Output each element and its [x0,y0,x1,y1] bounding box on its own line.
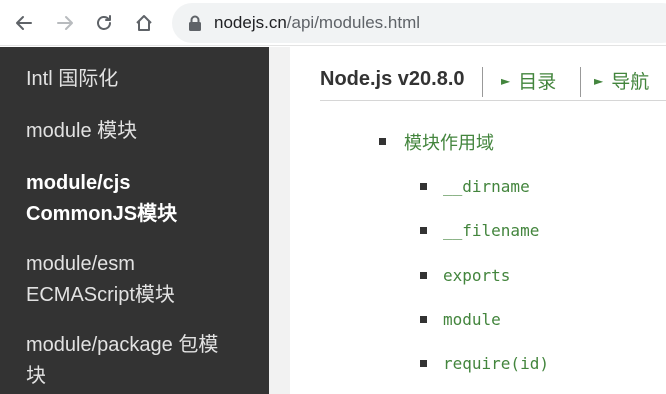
list-bullet [379,138,386,145]
nav-toggle-link[interactable]: ► 导航 [594,67,649,94]
triangle-right-icon: ► [594,74,604,88]
back-button[interactable] [11,10,37,36]
header-divider [580,67,581,97]
forward-button[interactable] [52,10,78,36]
version-title: Node.js v20.8.0 [320,68,465,90]
toc-item-module[interactable]: module [443,310,501,329]
browser-toolbar: nodejs.cn/api/modules.html [0,0,666,46]
toc-section-link[interactable]: 模块作用域 [404,129,494,155]
toc-toggle-link[interactable]: ► 目录 [501,67,556,94]
sidebar-item-module-package[interactable]: module/package 包模 块 [26,330,251,392]
api-header: Node.js v20.8.0 ► 目录 ► 导航 [320,65,666,101]
list-bullet [420,360,427,367]
lock-icon[interactable] [186,14,204,32]
url-host: nodejs.cn [214,13,287,32]
sidebar-item-module-cjs[interactable]: module/cjs CommonJS模块 [26,168,251,230]
sidebar-gutter [269,47,290,394]
list-bullet [420,316,427,323]
sidebar-item-label: ECMAScript模块 [26,284,175,306]
reload-button[interactable] [91,10,117,36]
arrow-left-icon [16,16,32,30]
sidebar-item-label: module/cjs [26,172,131,194]
sidebar-item-label: module/esm [26,253,135,275]
sidebar-item-label: module 模块 [26,120,138,142]
toc-item-dirname[interactable]: __dirname [443,177,530,196]
sidebar-item-module-esm[interactable]: module/esm ECMAScript模块 [26,249,251,311]
sidebar-item-label: Intl 国际化 [26,68,119,90]
toc-item-require[interactable]: require(id) [443,354,549,373]
nav-toggle-label: 导航 [611,71,650,93]
sidebar-item-module[interactable]: module 模块 [26,116,251,147]
toc-item-exports[interactable]: exports [443,266,510,285]
header-divider [482,67,483,97]
home-icon [136,15,152,31]
list-bullet [420,183,427,190]
toc-toggle-label: 目录 [518,71,557,93]
home-button[interactable] [131,10,157,36]
list-bullet [420,272,427,279]
arrow-right-icon [57,16,73,30]
sidebar-item-label: CommonJS模块 [26,203,178,225]
list-bullet [420,227,427,234]
reload-icon [97,15,111,30]
url-text[interactable]: nodejs.cn/api/modules.html [214,13,420,33]
sidebar-item-intl[interactable]: Intl 国际化 [26,64,251,95]
triangle-right-icon: ► [501,74,511,88]
address-bar[interactable]: nodejs.cn/api/modules.html [172,3,666,43]
sidebar-nav: Intl 国际化 module 模块 module/cjs CommonJS模块… [0,47,269,394]
toc-item-filename[interactable]: __filename [443,221,539,240]
url-path: /api/modules.html [286,13,421,32]
main-content: Node.js v20.8.0 ► 目录 ► 导航 模块作用域 __dirname … [290,47,666,394]
sidebar-item-label: 块 [26,365,46,387]
sidebar-item-label: module/package 包模 [26,334,219,356]
